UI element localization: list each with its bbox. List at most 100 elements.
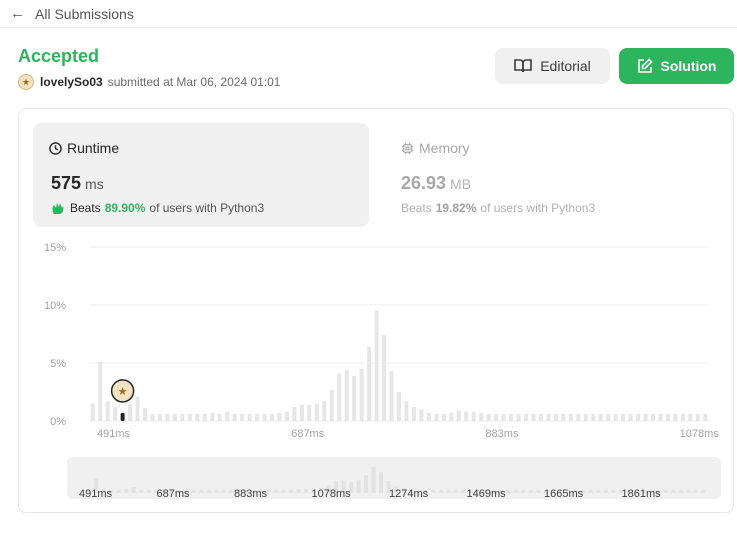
overview-bar [528, 490, 533, 493]
chart-bar [314, 403, 319, 421]
overview-tick-label: 687ms [157, 488, 191, 499]
solution-button[interactable]: Solution [619, 48, 734, 84]
chart-bar [531, 414, 536, 421]
chart-bar [568, 414, 573, 421]
performance-panel: Runtime 575 ms Beats 89.90% of users with… [18, 108, 734, 513]
chart-bar [658, 414, 663, 421]
chart-bar [613, 414, 618, 421]
chart-bar [509, 414, 514, 421]
avatar[interactable]: ★ [18, 74, 34, 90]
memory-unit: MB [450, 176, 472, 192]
runtime-card[interactable]: Runtime 575 ms Beats 89.90% of users with… [33, 123, 369, 227]
chart-bar [650, 414, 655, 421]
chart-bar [591, 414, 596, 421]
chart-bar [307, 404, 312, 421]
overview-tick-label: 1274ms [389, 488, 429, 499]
chart-bar [434, 414, 439, 421]
memory-card[interactable]: Memory 26.93 MB Beats 19.82% of users wit… [399, 123, 699, 227]
overview-tick-label: 1861ms [622, 488, 662, 499]
memory-title: Memory [401, 140, 470, 156]
overview-bar [686, 490, 691, 493]
chart-bar [232, 414, 237, 421]
overview-bar [663, 490, 668, 493]
chart-bar [352, 375, 357, 421]
memory-beats-label: Beats [401, 201, 432, 215]
chart-bar [105, 401, 110, 421]
arrow-left-icon: ← [10, 5, 25, 22]
chart-bar [561, 414, 566, 421]
runtime-title-text: Runtime [67, 140, 120, 156]
chart-bar [688, 414, 693, 421]
overview-chart[interactable]: 491ms 687ms 883ms 1078ms 1274ms 1469ms 1665ms 1… [67, 457, 721, 500]
chart-bar [135, 396, 140, 421]
chart-bar [113, 407, 118, 421]
edit-icon [637, 58, 653, 74]
overview-bar [146, 490, 151, 493]
chart-bar [322, 401, 327, 421]
overview-tick-label: 883ms [234, 488, 268, 499]
chart-bar [262, 414, 267, 421]
chart-bar [441, 414, 446, 421]
chart-bar [523, 414, 528, 421]
runtime-unit: ms [85, 176, 104, 192]
overview-bar [693, 490, 698, 493]
highlight-bar [120, 412, 125, 421]
overview-bar [371, 466, 376, 493]
overview-tick-label: 1665ms [544, 488, 584, 499]
chart-bar [382, 335, 387, 421]
chart-bar [329, 389, 334, 421]
overview-bar [356, 480, 361, 493]
back-to-submissions-link[interactable]: ← All Submissions [0, 0, 737, 28]
chart-bar [202, 414, 207, 421]
chart-bar [172, 414, 177, 421]
chart-bar [643, 414, 648, 421]
overview-bar [596, 490, 601, 493]
overview-bar [266, 490, 271, 493]
memory-number: 26.93 [401, 173, 447, 193]
chart-bar [494, 414, 499, 421]
chart-bar [299, 404, 304, 421]
chart-overview-brush[interactable]: 491ms 687ms 883ms 1078ms 1274ms 1469ms 1665ms 1… [67, 457, 721, 500]
chart-bar [337, 373, 342, 421]
username-link[interactable]: lovelySo03 [40, 75, 103, 89]
overview-bar [701, 490, 706, 493]
chart-bar [471, 411, 476, 421]
chart-bar [195, 414, 200, 421]
chart-bar [703, 414, 708, 421]
overview-bar [438, 490, 443, 493]
submitted-at-text: submitted at Mar 06, 2024 01:01 [107, 75, 281, 89]
memory-beats: Beats 19.82% of users with Python3 [401, 201, 595, 215]
chart-bar [449, 412, 454, 421]
runtime-number: 575 [51, 173, 82, 193]
runtime-distribution-chart[interactable]: 15% 10% 5% 0% ★ 491ms 687ms 883ms 1078ms [19, 229, 735, 441]
editorial-label: Editorial [540, 58, 591, 74]
chart-bar [479, 412, 484, 421]
chart-bar [576, 414, 581, 421]
chart-bar [180, 414, 185, 421]
chart-bar [621, 414, 626, 421]
chart-bar [426, 412, 431, 421]
x-tick-label: 687ms [291, 428, 325, 440]
overview-bar [214, 490, 219, 493]
overview-bar [139, 489, 144, 493]
overview-bar [199, 490, 204, 493]
overview-bar [678, 490, 683, 493]
chart-bar [636, 414, 641, 421]
chart-bar [255, 414, 260, 421]
overview-bar [124, 488, 129, 493]
editorial-button[interactable]: Editorial [495, 48, 610, 84]
chart-bar [150, 414, 155, 421]
overview-bar [191, 490, 196, 493]
chart-bar [367, 346, 372, 421]
x-tick-label: 1078ms [680, 428, 720, 440]
chart-bar [247, 414, 252, 421]
x-tick-label: 883ms [485, 428, 519, 440]
chart-bar [673, 414, 678, 421]
back-label: All Submissions [35, 5, 134, 22]
runtime-beats-pct: 89.90% [104, 201, 146, 215]
overview-bar [379, 472, 384, 493]
solution-label: Solution [660, 58, 717, 74]
memory-beats-suffix: of users with Python3 [480, 201, 596, 215]
overview-bar [221, 490, 226, 493]
submission-meta: ★ lovelySo03 submitted at Mar 06, 2024 0… [18, 74, 280, 90]
